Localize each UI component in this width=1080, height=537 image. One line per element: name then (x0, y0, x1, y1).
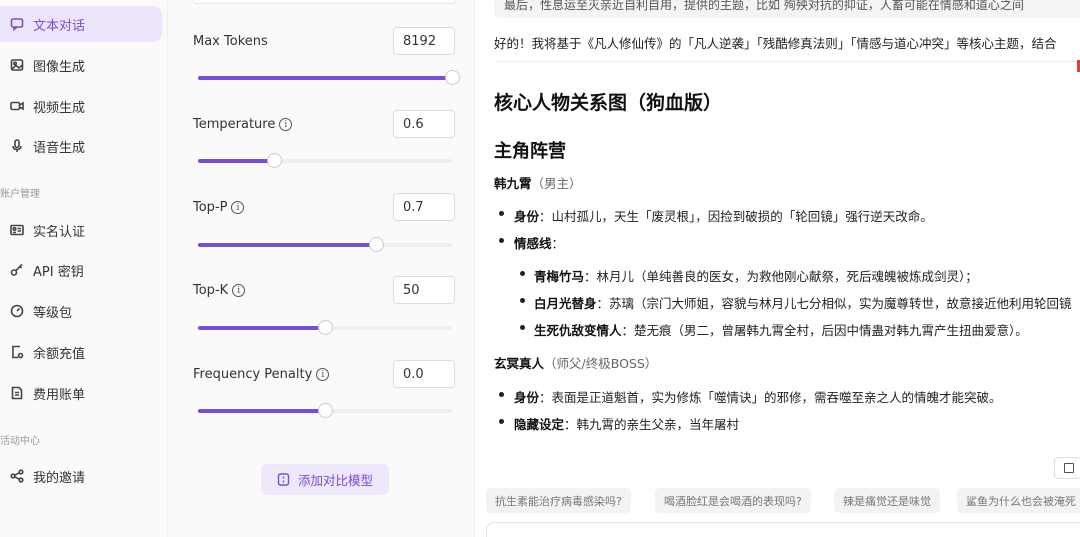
emotion-line-2: 白月光替身：苏璃（宗门大师姐，容貌与林月儿七分相似，实为魔尊转世，故意接近他利用… (534, 296, 1072, 311)
protagonist-identity: 身份：山村孤儿，天生「废灵根」，因捡到破损的「轮回镜」强行逆天改命。 (514, 209, 933, 224)
sidebar-item-label: 等级包 (33, 305, 73, 321)
sidebar: 文本对话 图像生成 视频生成 语音生成 账户管理 实名认证 API 密钥 等级包… (0, 0, 168, 537)
temperature-label: Temperature i (193, 117, 293, 132)
info-icon[interactable]: i (279, 118, 293, 131)
suggestion-chip[interactable]: 喝酒脸红是会喝酒的表现吗? (655, 488, 811, 513)
frequency-penalty-label: Frequency Penalty i (193, 367, 330, 382)
sidebar-item-text-chat[interactable]: 文本对话 (0, 6, 162, 42)
sidebar-item-label: API 密钥 (33, 264, 84, 280)
sidebar-item-label: 语音生成 (33, 140, 86, 156)
top-p-label: Top-P i (193, 200, 245, 215)
bullet (520, 298, 525, 303)
slider-thumb[interactable] (368, 237, 384, 252)
mentor-secret: 隐藏设定：韩九霄的亲生父亲，当年屠村 (514, 417, 740, 432)
slider-fill (198, 243, 376, 247)
add-compare-label: 添加对比模型 (297, 473, 373, 488)
id-card-icon (10, 223, 24, 237)
temperature-input[interactable]: 0.6 (393, 110, 455, 138)
assistant-intro: 好的！我将基于《凡人修仙传》的「凡人逆袭」「残酷修真法则」「情感与道心冲突」等核… (494, 36, 1057, 51)
emotion-line-3: 生死仇敌变情人：楚无痕（男二，曾屠韩九霄全村，后因中情蛊对韩九霄产生扭曲爱意）。 (534, 323, 1028, 338)
mentor-identity: 身份：表面是正道魁首，实为修炼「噬情诀」的邪修，需吞噬至亲之人的情魄才能突破。 (514, 390, 1002, 405)
sidebar-item-label: 余额充值 (33, 346, 86, 362)
mentor-name: 玄冥真人（师父/终极BOSS） (494, 356, 658, 371)
top-k-input[interactable]: 50 (393, 276, 455, 304)
video-camera-icon (10, 99, 24, 113)
sidebar-item-label: 视频生成 (33, 100, 86, 116)
image-icon (10, 58, 24, 72)
chat-area: 最后，性息运至灭亲近自利自用，提供的主题，比如 殉殃对抗的抑证，人畜可能在情感和… (476, 0, 1080, 537)
info-icon[interactable]: i (231, 201, 245, 214)
suggestion-chip[interactable]: 鲨鱼为什么也会被淹死 (957, 488, 1080, 513)
max-tokens-input[interactable]: 8192 (393, 27, 455, 55)
bullet (520, 271, 525, 276)
info-icon[interactable]: i (316, 368, 330, 381)
heading-protagonist-camp: 主角阵营 (494, 141, 566, 162)
copy-button[interactable] (1054, 457, 1080, 479)
chat-bubble-icon (10, 17, 24, 31)
frequency-penalty-slider[interactable] (198, 403, 452, 418)
top-p-slider[interactable] (198, 237, 452, 252)
protagonist-name: 韩九霄（男主） (494, 176, 582, 191)
section-account-management: 账户管理 (0, 189, 40, 200)
emotion-line-1: 青梅竹马：林月儿（单纯善良的医女，为救他刚心献祭，死后魂魄被炼成剑灵）； (534, 269, 978, 284)
sidebar-item-api-key[interactable]: API 密钥 (0, 252, 162, 288)
user-message: 最后，性息运至灭亲近自利自用，提供的主题，比如 殉殃对抗的抑证，人畜可能在情感和… (494, 0, 1080, 18)
sidebar-item-label: 图像生成 (33, 59, 86, 75)
bullet (499, 238, 504, 243)
sidebar-item-image-gen[interactable]: 图像生成 (0, 47, 162, 83)
info-icon[interactable]: i (232, 284, 246, 297)
key-icon (10, 263, 24, 277)
sidebar-item-voice-gen[interactable]: 语音生成 (0, 128, 162, 164)
share-icon (10, 469, 24, 483)
slider-fill (198, 326, 325, 330)
sidebar-item-level-pack[interactable]: 等级包 (0, 293, 162, 329)
protagonist-emotion: 情感线： (514, 236, 565, 251)
gauge-icon (10, 304, 24, 318)
temperature-slider[interactable] (198, 153, 452, 168)
suggestion-chip[interactable]: 辣是痛觉还是味觉 (834, 488, 940, 513)
sidebar-item-label: 我的邀请 (33, 470, 86, 486)
slider-thumb[interactable] (318, 403, 333, 418)
sidebar-item-my-invites[interactable]: 我的邀请 (0, 458, 162, 494)
sidebar-item-label: 实名认证 (33, 224, 86, 240)
top-k-label: Top-K i (193, 283, 246, 298)
top-p-input[interactable]: 0.7 (393, 193, 455, 221)
top-k-slider[interactable] (198, 320, 452, 335)
bullet (499, 392, 504, 397)
microphone-icon (10, 139, 24, 153)
copy-icon (1064, 463, 1074, 473)
slider-thumb[interactable] (445, 70, 460, 85)
slider-fill (198, 159, 275, 163)
divider (494, 61, 1080, 62)
bill-icon (10, 386, 24, 400)
sidebar-item-recharge[interactable]: 余额充值 (0, 334, 162, 370)
sidebar-item-video-gen[interactable]: 视频生成 (0, 88, 162, 124)
chat-input[interactable] (486, 522, 1080, 537)
slider-thumb[interactable] (318, 320, 333, 335)
compare-icon (277, 473, 290, 486)
frequency-penalty-input[interactable]: 0.0 (393, 360, 455, 388)
suggestion-chip[interactable]: 抗生素能治疗病毒感染吗? (486, 488, 631, 513)
max-tokens-slider[interactable] (198, 70, 460, 85)
bullet (520, 325, 525, 330)
recharge-icon (10, 345, 24, 359)
slider-fill (198, 76, 452, 80)
bullet (499, 419, 504, 424)
sidebar-item-label: 文本对话 (33, 18, 86, 34)
system-prompt-input[interactable] (193, 0, 456, 4)
max-tokens-label: Max Tokens (193, 34, 268, 49)
parameters-panel (168, 0, 475, 537)
add-compare-model-button[interactable]: 添加对比模型 (261, 464, 389, 495)
bullet (499, 211, 504, 216)
sidebar-item-label: 费用账单 (33, 387, 86, 403)
heading-relationship-map: 核心人物关系图（狗血版） (494, 92, 723, 114)
section-activity-center: 活动中心 (0, 436, 40, 447)
slider-fill (198, 409, 325, 413)
sidebar-item-billing[interactable]: 费用账单 (0, 375, 162, 411)
sidebar-item-real-name[interactable]: 实名认证 (0, 212, 162, 248)
